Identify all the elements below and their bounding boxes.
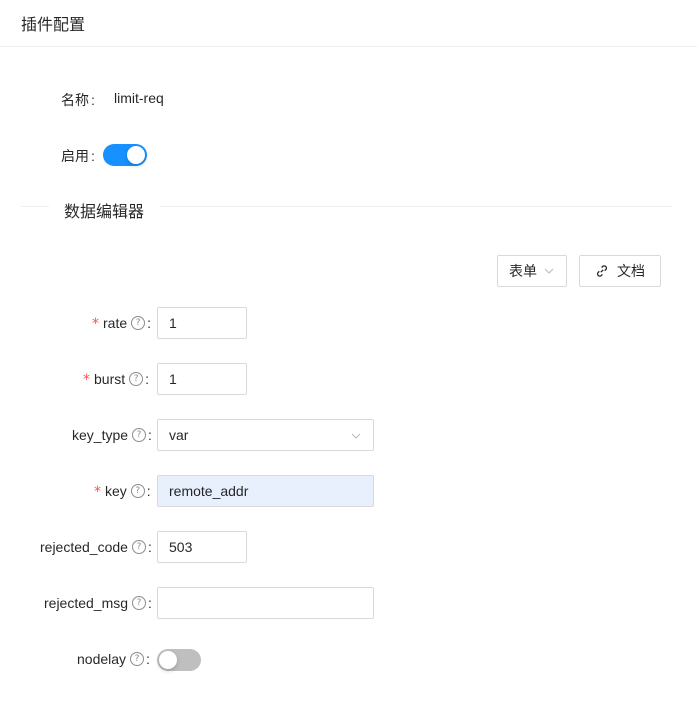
enable-label: 启用: — [61, 148, 95, 164]
rejected-code-input[interactable]: 503 — [157, 531, 247, 563]
required-mark: * — [92, 316, 99, 332]
rate-input[interactable]: 1 — [157, 307, 247, 339]
rate-label: * rate?: — [92, 315, 152, 332]
chevron-down-icon — [544, 268, 554, 274]
switch-knob — [159, 651, 177, 669]
form-mode-label: 表单 — [509, 263, 537, 279]
required-mark: * — [83, 372, 90, 388]
rejected-msg-label: rejected_msg?: — [44, 595, 152, 611]
rejected-msg-input[interactable] — [157, 587, 374, 619]
question-circle-icon[interactable]: ? — [130, 652, 145, 667]
divider-right — [160, 206, 672, 207]
burst-input[interactable]: 1 — [157, 363, 247, 395]
page-header: 插件配置 — [0, 0, 697, 47]
burst-label: * burst?: — [83, 371, 150, 388]
switch-knob — [127, 146, 145, 164]
docs-button[interactable]: 文档 — [579, 255, 661, 287]
key-input[interactable]: remote_addr — [157, 475, 374, 507]
section-title: 数据编辑器 — [64, 204, 145, 221]
key-type-select[interactable]: var — [157, 419, 374, 451]
chevron-down-icon — [351, 433, 361, 439]
question-circle-icon[interactable]: ? — [129, 372, 144, 387]
question-circle-icon[interactable]: ? — [131, 316, 146, 331]
required-mark: * — [94, 484, 101, 500]
rejected-code-label: rejected_code?: — [40, 539, 152, 555]
docs-label: 文档 — [617, 263, 645, 279]
question-circle-icon[interactable]: ? — [130, 484, 145, 499]
nodelay-label: nodelay?: — [77, 651, 150, 667]
key-type-label: key_type?: — [72, 427, 152, 443]
question-circle-icon[interactable]: ? — [132, 428, 147, 443]
link-icon — [596, 265, 608, 277]
name-label: 名称: — [61, 92, 95, 108]
question-circle-icon[interactable]: ? — [131, 540, 146, 555]
form-mode-dropdown[interactable]: 表单 — [497, 255, 567, 287]
divider-left — [21, 206, 49, 207]
enable-switch[interactable] — [103, 144, 147, 166]
nodelay-switch[interactable] — [157, 649, 201, 671]
key-type-selected: var — [169, 427, 189, 443]
key-label: * key?: — [94, 483, 151, 500]
name-value: limit-req — [114, 90, 164, 106]
question-circle-icon[interactable]: ? — [132, 596, 147, 611]
page-title: 插件配置 — [21, 17, 86, 34]
